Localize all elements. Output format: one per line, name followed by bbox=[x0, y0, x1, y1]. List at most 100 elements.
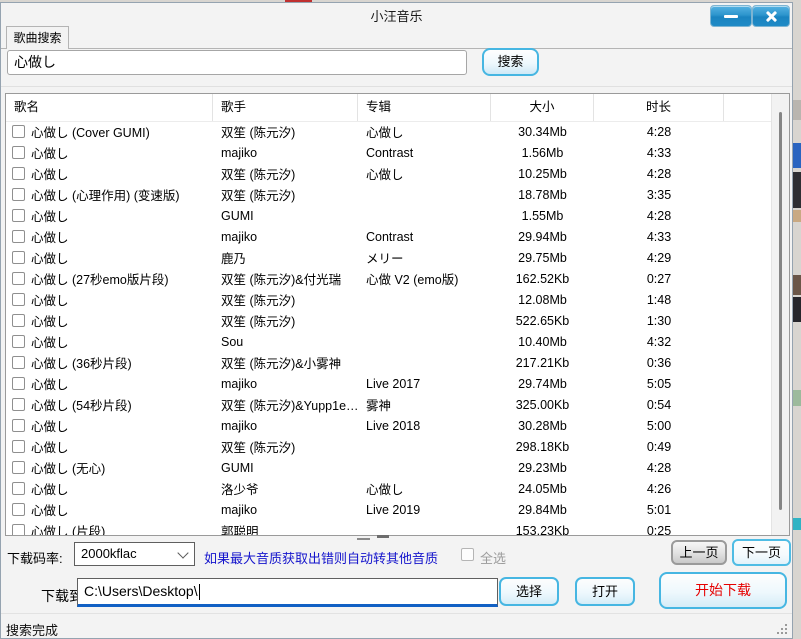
row-checkbox[interactable] bbox=[12, 230, 25, 243]
song-name-cell: 心做し bbox=[6, 248, 213, 267]
album-cell: Contrast bbox=[358, 230, 491, 244]
row-checkbox[interactable] bbox=[12, 440, 25, 453]
scrollbar-thumb[interactable] bbox=[779, 112, 782, 510]
row-checkbox[interactable] bbox=[12, 314, 25, 327]
table-row[interactable]: 心做しSou10.40Mb4:32 bbox=[6, 331, 772, 352]
table-row[interactable]: 心做し (心理作用) (变速版)双笙 (陈元汐)18.78Mb3:35 bbox=[6, 184, 772, 205]
size-cell: 29.23Mb bbox=[491, 461, 594, 475]
row-checkbox[interactable] bbox=[12, 293, 25, 306]
table-row[interactable]: 心做しmajikoLive 201830.28Mb5:00 bbox=[6, 415, 772, 436]
row-checkbox[interactable] bbox=[12, 503, 25, 516]
artist-cell: 双笙 (陈元汐) bbox=[213, 437, 358, 456]
table-row[interactable]: 心做し (Cover GUMI)双笙 (陈元汐)心做し30.34Mb4:28 bbox=[6, 121, 772, 142]
song-name-cell: 心做し bbox=[6, 374, 213, 393]
table-row[interactable]: 心做しmajikoLive 201729.74Mb5:05 bbox=[6, 373, 772, 394]
size-cell: 1.56Mb bbox=[491, 146, 594, 160]
table-row[interactable]: 心做し双笙 (陈元汐)522.65Kb1:30 bbox=[6, 310, 772, 331]
results-table: 歌名 歌手 专辑 大小 时长 心做し (Cover GUMI)双笙 (陈元汐)心… bbox=[5, 93, 790, 536]
song-name: 心做し bbox=[31, 227, 69, 246]
song-name-cell: 心做し bbox=[6, 290, 213, 309]
table-row[interactable]: 心做し (27秒emo版片段)双笙 (陈元汐)&付光瑞心做 V2 (emo版)1… bbox=[6, 268, 772, 289]
download-path-input[interactable]: C:\Users\Desktop\ bbox=[77, 578, 498, 607]
song-name: 心做し bbox=[31, 164, 69, 183]
column-header-size[interactable]: 大小 bbox=[491, 94, 594, 121]
open-folder-button[interactable]: 打开 bbox=[575, 577, 635, 606]
table-header: 歌名 歌手 专辑 大小 时长 bbox=[6, 94, 789, 122]
song-name: 心做し (27秒emo版片段) bbox=[31, 269, 169, 288]
select-all-checkbox[interactable] bbox=[461, 548, 474, 561]
row-checkbox[interactable] bbox=[12, 125, 25, 138]
column-header-album[interactable]: 专辑 bbox=[358, 94, 491, 121]
song-name: 心做し bbox=[31, 248, 69, 267]
row-checkbox[interactable] bbox=[12, 461, 25, 474]
row-checkbox[interactable] bbox=[12, 356, 25, 369]
table-row[interactable]: 心做し (无心)GUMI29.23Mb4:28 bbox=[6, 457, 772, 478]
row-checkbox[interactable] bbox=[12, 209, 25, 222]
duration-cell: 4:32 bbox=[594, 335, 724, 349]
row-checkbox[interactable] bbox=[12, 377, 25, 390]
artist-cell: 双笙 (陈元汐)&Yupp1e… bbox=[213, 395, 358, 414]
table-scrollbar[interactable] bbox=[771, 94, 789, 535]
artist-cell: 洛少爷 bbox=[213, 479, 358, 498]
bitrate-dropdown[interactable]: 2000kflac bbox=[74, 542, 195, 566]
table-row[interactable]: 心做しGUMI1.55Mb4:28 bbox=[6, 205, 772, 226]
song-name: 心做し bbox=[31, 500, 69, 519]
row-checkbox[interactable] bbox=[12, 272, 25, 285]
table-row[interactable]: 心做し (54秒片段)双笙 (陈元汐)&Yupp1e…雾神325.00Kb0:5… bbox=[6, 394, 772, 415]
table-row[interactable]: 心做しmajikoLive 201929.84Mb5:01 bbox=[6, 499, 772, 520]
song-name: 心做し bbox=[31, 290, 69, 309]
artist-cell: 双笙 (陈元汐) bbox=[213, 164, 358, 183]
table-row[interactable]: 心做しmajikoContrast1.56Mb4:33 bbox=[6, 142, 772, 163]
song-name: 心做し bbox=[31, 332, 69, 351]
table-row[interactable]: 心做し洛少爷心做し24.05Mb4:26 bbox=[6, 478, 772, 499]
download-path-value: C:\Users\Desktop\ bbox=[84, 583, 198, 599]
row-checkbox[interactable] bbox=[12, 335, 25, 348]
song-name: 心做し bbox=[31, 416, 69, 435]
column-header-duration[interactable]: 时长 bbox=[594, 94, 724, 121]
album-cell: 雾神 bbox=[358, 395, 491, 414]
row-checkbox[interactable] bbox=[12, 524, 25, 535]
table-row[interactable]: 心做し双笙 (陈元汐)12.08Mb1:48 bbox=[6, 289, 772, 310]
row-checkbox[interactable] bbox=[12, 398, 25, 411]
search-button[interactable]: 搜索 bbox=[482, 48, 539, 76]
row-checkbox[interactable] bbox=[12, 419, 25, 432]
resize-grip[interactable] bbox=[777, 624, 787, 634]
duration-cell: 3:35 bbox=[594, 188, 724, 202]
search-input[interactable]: 心做し bbox=[7, 50, 467, 75]
column-header-artist[interactable]: 歌手 bbox=[213, 94, 358, 121]
start-download-button[interactable]: 开始下载 bbox=[659, 572, 787, 609]
song-name-cell: 心做し (无心) bbox=[6, 458, 213, 477]
row-checkbox[interactable] bbox=[12, 146, 25, 159]
artist-cell: 双笙 (陈元汐) bbox=[213, 122, 358, 141]
table-row[interactable]: 心做し鹿乃メリー29.75Mb4:29 bbox=[6, 247, 772, 268]
artist-cell: 双笙 (陈元汐) bbox=[213, 311, 358, 330]
table-row[interactable]: 心做し双笙 (陈元汐)298.18Kb0:49 bbox=[6, 436, 772, 457]
artist-cell: majiko bbox=[213, 419, 358, 433]
album-cell: Live 2019 bbox=[358, 503, 491, 517]
row-checkbox[interactable] bbox=[12, 167, 25, 180]
row-checkbox[interactable] bbox=[12, 482, 25, 495]
table-row[interactable]: 心做し (片段)郭聪明153.23Kb0:25 bbox=[6, 520, 772, 535]
column-header-song[interactable]: 歌名 bbox=[6, 94, 213, 121]
duration-cell: 4:33 bbox=[594, 146, 724, 160]
table-row[interactable]: 心做しmajikoContrast29.94Mb4:33 bbox=[6, 226, 772, 247]
next-page-button[interactable]: 下一页 bbox=[732, 539, 791, 566]
duration-cell: 1:48 bbox=[594, 293, 724, 307]
song-name-cell: 心做し bbox=[6, 479, 213, 498]
duration-cell: 4:28 bbox=[594, 167, 724, 181]
table-row[interactable]: 心做し双笙 (陈元汐)心做し10.25Mb4:28 bbox=[6, 163, 772, 184]
quality-hint-text: 如果最大音质获取出错则自动转其他音质 bbox=[204, 548, 438, 567]
row-checkbox[interactable] bbox=[12, 188, 25, 201]
prev-page-button[interactable]: 上一页 bbox=[671, 540, 727, 565]
song-name-cell: 心做し (54秒片段) bbox=[6, 395, 213, 414]
song-name-cell: 心做し bbox=[6, 143, 213, 162]
row-checkbox[interactable] bbox=[12, 251, 25, 264]
song-name: 心做し (片段) bbox=[31, 521, 105, 535]
choose-folder-button[interactable]: 选择 bbox=[499, 577, 559, 606]
duration-cell: 4:26 bbox=[594, 482, 724, 496]
table-row[interactable]: 心做し (36秒片段)双笙 (陈元汐)&小雾神217.21Kb0:36 bbox=[6, 352, 772, 373]
minimize-button[interactable] bbox=[710, 5, 752, 27]
close-button[interactable] bbox=[752, 5, 790, 27]
tab-song-search[interactable]: 歌曲搜索 bbox=[6, 26, 69, 49]
app-window: 小汪音乐 歌曲搜索 心做し 搜索 歌名 歌手 专辑 大小 时长 心做し (Cov… bbox=[0, 2, 793, 639]
